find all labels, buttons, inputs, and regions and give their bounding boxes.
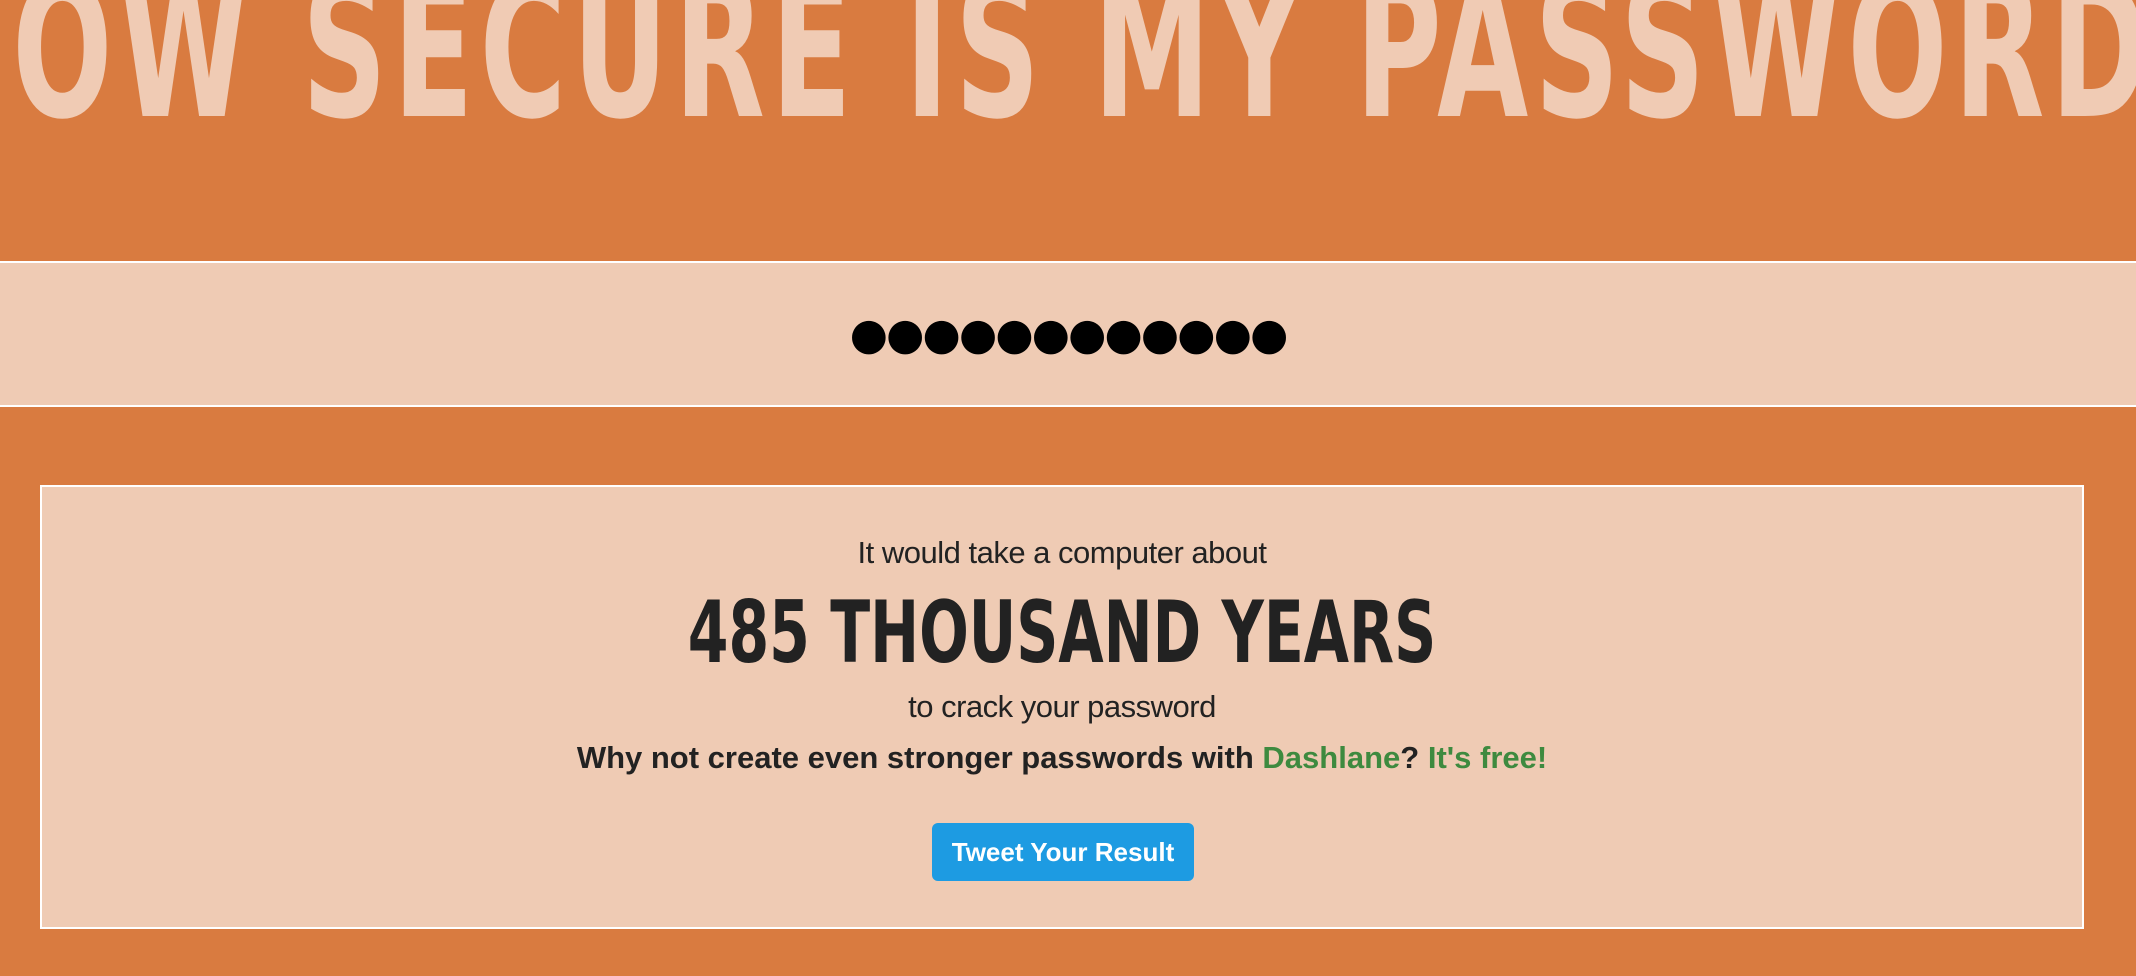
promo-mid: ?: [1400, 740, 1428, 775]
its-free-link[interactable]: It's free!: [1428, 740, 1547, 775]
page: HOW SECURE IS MY PASSWORD? It would take…: [0, 0, 2136, 976]
result-intro-text: It would take a computer about: [857, 535, 1267, 570]
password-input[interactable]: [466, 283, 1670, 385]
result-outro-text: to crack your password: [908, 689, 1216, 724]
password-input-band: [0, 261, 2136, 407]
crack-time-result: 485 THOUSAND YEARS: [687, 583, 1437, 683]
dashlane-link[interactable]: Dashlane: [1262, 740, 1400, 775]
header: HOW SECURE IS MY PASSWORD?: [0, 0, 2136, 260]
promo-text: Why not create even stronger passwords w…: [42, 740, 2082, 776]
page-title: HOW SECURE IS MY PASSWORD?: [0, 0, 2136, 162]
tweet-result-button[interactable]: Tweet Your Result: [932, 823, 1194, 881]
promo-prefix: Why not create even stronger passwords w…: [576, 740, 1263, 775]
result-panel: It would take a computer about 485 THOUS…: [40, 485, 2084, 929]
